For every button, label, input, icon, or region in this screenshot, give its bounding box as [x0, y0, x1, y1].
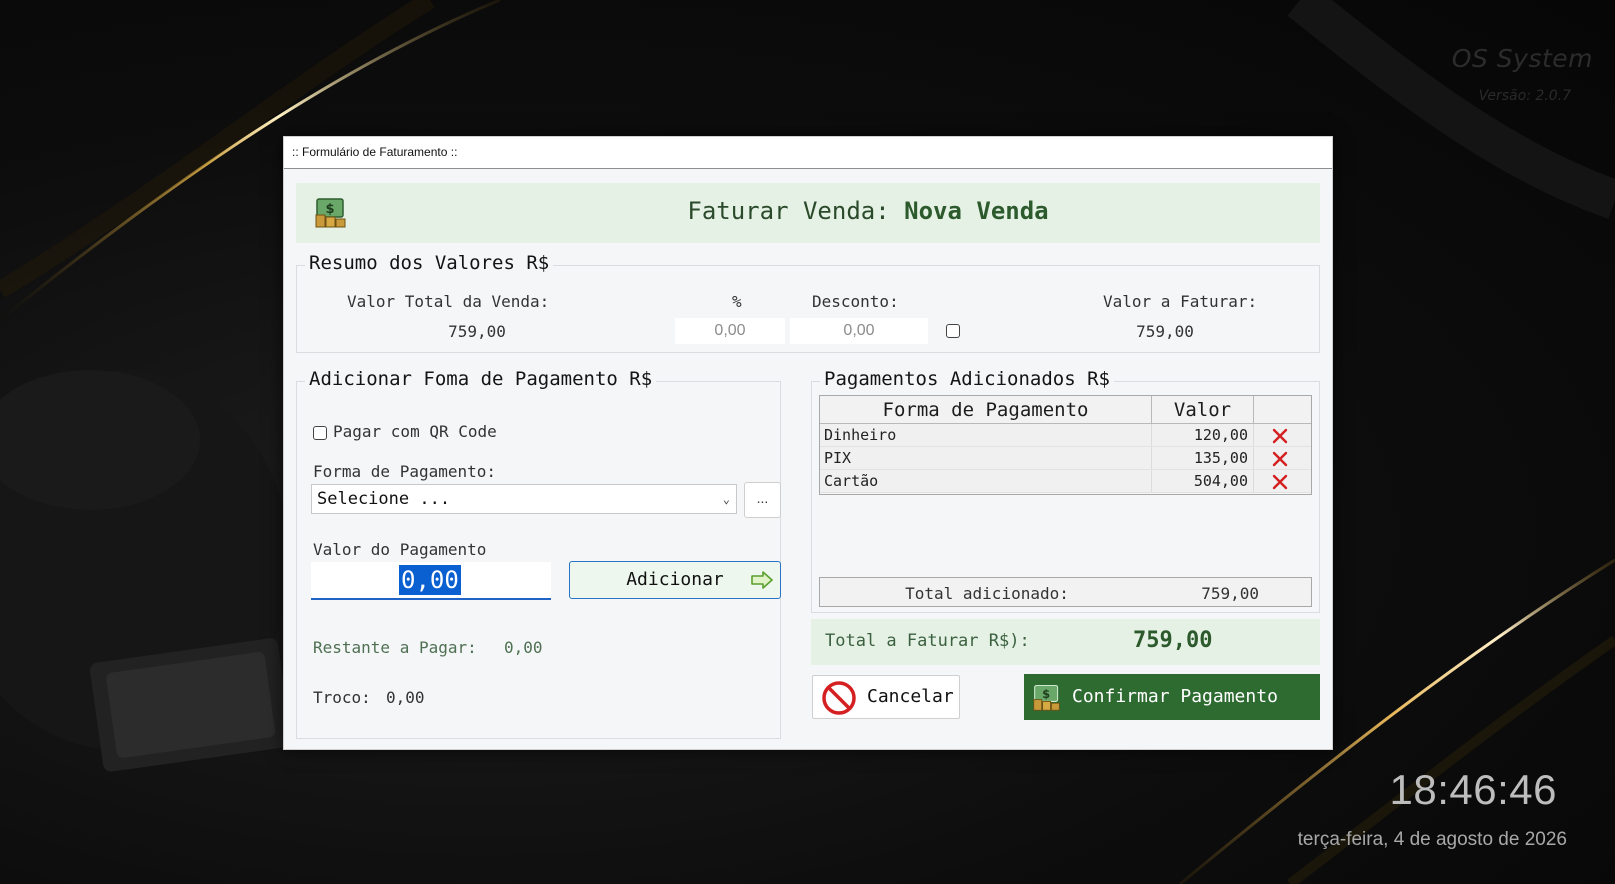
header-title: Faturar Venda: Nova Venda — [296, 197, 1320, 225]
total-added-label: Total adicionado: — [905, 584, 1069, 603]
add-payment-label: Adicionar — [626, 569, 724, 590]
percent-input[interactable]: 0,00 — [675, 318, 785, 344]
sale-total-label: Valor Total da Venda: — [347, 292, 550, 311]
header-title-value: Nova Venda — [904, 197, 1049, 225]
brand-version: Versão: 2.0.7 — [1478, 88, 1571, 104]
dialog-body: $ Faturar Venda: Nova Venda Resumo dos V… — [284, 169, 1332, 749]
qr-code-label[interactable]: Pagar com QR Code — [333, 422, 497, 441]
row-method: Cartão — [820, 470, 1152, 492]
delete-row-button[interactable] — [1254, 470, 1306, 492]
payment-method-label: Forma de Pagamento: — [313, 462, 497, 481]
column-header-method[interactable]: Forma de Pagamento — [820, 396, 1152, 423]
discount-input[interactable]: 0,00 — [790, 318, 928, 344]
total-to-bill-value: 759,00 — [1133, 628, 1213, 653]
delete-x-icon — [1272, 428, 1288, 444]
cancel-label: Cancelar — [867, 686, 954, 707]
confirm-payment-label: Confirmar Pagamento — [1072, 686, 1278, 707]
brand-name: OS System — [1451, 44, 1593, 73]
remaining-value: 0,00 — [504, 638, 543, 657]
change-value: 0,00 — [386, 688, 425, 707]
total-to-bill-band: Total a Faturar R$): 759,00 — [811, 619, 1320, 665]
row-value: 135,00 — [1152, 447, 1254, 469]
table-row[interactable]: Dinheiro 120,00 — [820, 424, 1311, 447]
delete-x-icon — [1272, 451, 1288, 467]
more-methods-button[interactable]: ... — [744, 482, 781, 518]
percent-label: % — [732, 292, 742, 311]
payment-method-selected: Selecione ... — [317, 489, 451, 509]
row-method: PIX — [820, 447, 1152, 469]
delete-row-button[interactable] — [1254, 424, 1306, 446]
billing-dialog: :: Formulário de Faturamento :: $ Fatura… — [283, 136, 1333, 750]
payment-amount-value: 0,00 — [399, 565, 461, 595]
arrow-right-icon — [751, 571, 773, 589]
add-payment-group: Adicionar Foma de Pagamento R$ Pagar com… — [296, 368, 781, 739]
clock-time: 18:46:46 — [1389, 766, 1557, 813]
payment-amount-input[interactable]: 0,00 — [311, 562, 551, 600]
payments-table: Forma de Pagamento Valor Dinheiro 120,00… — [819, 395, 1312, 495]
payments-group-title: Pagamentos Adicionados R$ — [820, 368, 1114, 390]
sale-total-value: 759,00 — [448, 322, 506, 341]
summary-group-title: Resumo dos Valores R$ — [305, 252, 554, 274]
add-payment-group-title: Adicionar Foma de Pagamento R$ — [305, 368, 657, 390]
window-title[interactable]: :: Formulário de Faturamento :: — [284, 137, 1332, 169]
delete-row-button[interactable] — [1254, 447, 1306, 469]
total-added-value: 759,00 — [1201, 584, 1259, 603]
add-payment-button[interactable]: Adicionar — [569, 561, 781, 599]
to-bill-value: 759,00 — [1136, 322, 1194, 341]
chevron-down-icon: ⌄ — [722, 492, 730, 506]
row-value: 120,00 — [1152, 424, 1254, 446]
clock-date: terça-feira, 4 de agosto de 2026 — [1297, 829, 1567, 850]
discount-checkbox[interactable] — [946, 324, 960, 338]
payments-table-header: Forma de Pagamento Valor — [820, 396, 1311, 424]
column-header-actions — [1254, 396, 1306, 423]
qr-code-checkbox[interactable] — [313, 426, 327, 440]
total-to-bill-label: Total a Faturar R$): — [825, 631, 1030, 651]
table-row[interactable]: Cartão 504,00 — [820, 470, 1311, 493]
column-header-value[interactable]: Valor — [1152, 396, 1254, 423]
remaining-label: Restante a Pagar: — [313, 638, 477, 657]
discount-label: Desconto: — [812, 292, 899, 311]
svg-text:$: $ — [1042, 687, 1050, 701]
change-label: Troco: — [313, 688, 371, 707]
confirm-payment-button[interactable]: $ Confirmar Pagamento — [1024, 674, 1320, 720]
row-method: Dinheiro — [820, 424, 1152, 446]
to-bill-label: Valor a Faturar: — [1103, 292, 1258, 311]
header-band: $ Faturar Venda: Nova Venda — [296, 183, 1320, 243]
row-value: 504,00 — [1152, 470, 1254, 492]
summary-group: Resumo dos Valores R$ Valor Total da Ven… — [296, 252, 1320, 353]
payment-method-select[interactable]: Selecione ... ⌄ — [311, 484, 737, 514]
header-title-prefix: Faturar Venda: — [687, 197, 890, 225]
table-row[interactable]: PIX 135,00 — [820, 447, 1311, 470]
money-icon: $ — [1033, 685, 1060, 711]
delete-x-icon — [1272, 474, 1288, 490]
cancel-icon — [822, 681, 856, 715]
total-added-bar: Total adicionado: 759,00 — [819, 577, 1312, 607]
payment-amount-label: Valor do Pagamento — [313, 540, 487, 559]
cancel-button[interactable]: Cancelar — [812, 675, 960, 719]
